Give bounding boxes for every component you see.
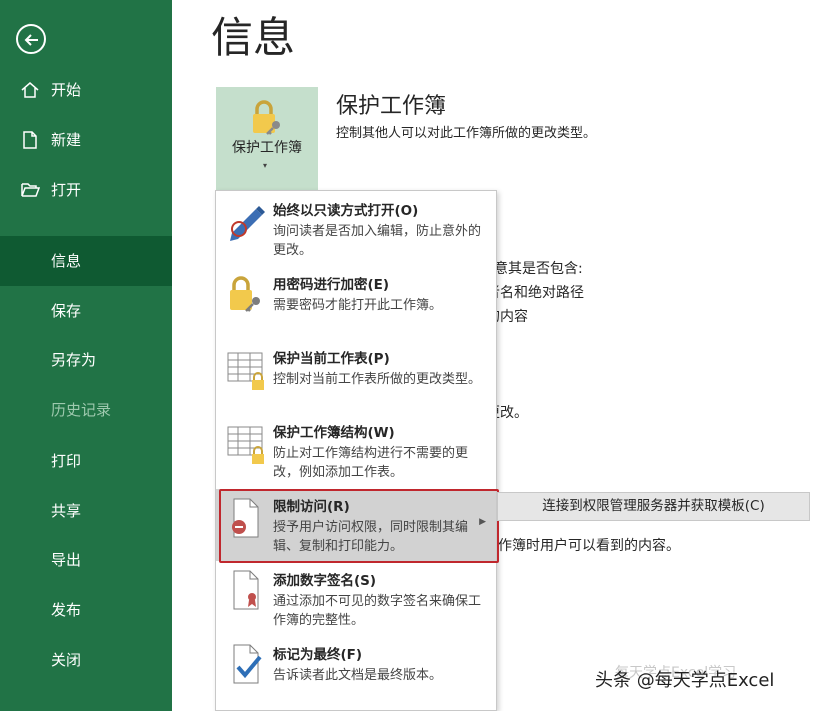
nav-save-as[interactable]: 另存为 — [0, 335, 172, 385]
submenu-item-label: 连接到权限管理服务器并获取模板(C) — [542, 498, 765, 514]
menu-item-protect-sheet[interactable]: 保护当前工作表(P) 控制对当前工作表所做的更改类型。 — [216, 341, 496, 413]
menu-item-description: 控制对当前工作表所做的更改类型。 — [273, 372, 482, 387]
menu-item-title: 保护当前工作表(P) — [273, 351, 390, 367]
nav-label: 打开 — [51, 181, 82, 199]
menu-item-title: 始终以只读方式打开(O) — [273, 203, 419, 219]
nav-new[interactable]: 新建 — [0, 115, 172, 165]
nav-label: 发布 — [51, 601, 82, 619]
menu-item-description: 需要密码才能打开此工作簿。 — [273, 298, 443, 313]
back-button[interactable] — [16, 24, 46, 54]
menu-item-title: 保护工作簿结构(W) — [273, 425, 395, 441]
protect-button-label: 保护工作簿 — [232, 140, 302, 156]
nav-label: 开始 — [51, 81, 82, 99]
menu-item-description: 告诉读者此文档是最终版本。 — [273, 668, 443, 683]
menu-item-digital-signature[interactable]: 添加数字签名(S) 通过添加不可见的数字签名来确保工作簿的完整性。 — [216, 563, 496, 635]
nav-label: 历史记录 — [51, 401, 112, 419]
lock-key-icon — [253, 100, 280, 135]
menu-item-description: 通过添加不可见的数字签名来确保工作簿的完整性。 — [273, 594, 482, 628]
nav-export[interactable]: 导出 — [0, 535, 172, 585]
nav-label: 共享 — [51, 502, 82, 520]
workbook-lock-icon — [227, 426, 264, 464]
background-text: 者名和绝对路径 — [486, 285, 584, 301]
nav-label: 关闭 — [51, 651, 82, 669]
home-icon — [21, 82, 39, 98]
nav-info[interactable]: 信息 — [0, 236, 172, 286]
watermark-text: 头条 @每天学点Excel — [595, 670, 775, 691]
menu-item-title: 标记为最终(F) — [273, 647, 363, 663]
page-title: 信息 — [211, 13, 296, 62]
menu-item-description: 询问读者是否加入编辑，防止意外的更改。 — [273, 224, 482, 258]
menu-item-protect-structure[interactable]: 保护工作簿结构(W) 防止对工作簿结构进行不需要的更改，例如添加工作表。 — [216, 415, 496, 487]
lock-key-icon — [230, 276, 260, 312]
background-text: 作簿时用户可以看到的内容。 — [498, 538, 680, 554]
nav-save[interactable]: 保存 — [0, 286, 172, 336]
nav-close[interactable]: 关闭 — [0, 635, 172, 685]
nav-label: 信息 — [51, 252, 82, 270]
menu-item-description: 防止对工作簿结构进行不需要的更改，例如添加工作表。 — [273, 446, 469, 480]
sheet-lock-icon — [227, 352, 264, 390]
menu-item-always-read-only[interactable]: 始终以只读方式打开(O) 询问读者是否加入编辑，防止意外的更改。 — [216, 191, 496, 265]
menu-item-encrypt-password[interactable]: 用密码进行加密(E) 需要密码才能打开此工作簿。 — [216, 267, 496, 339]
chevron-down-icon: ▾ — [263, 161, 268, 170]
nav-share[interactable]: 共享 — [0, 486, 172, 536]
digital-signature-icon — [233, 570, 259, 610]
mark-final-icon — [233, 644, 262, 684]
protect-workbook-button[interactable]: 保护工作簿 ▾ — [216, 87, 318, 191]
menu-item-mark-final[interactable]: 标记为最终(F) 告诉读者此文档是最终版本。 — [216, 637, 496, 709]
nav-publish[interactable]: 发布 — [0, 585, 172, 635]
menu-item-title: 用密码进行加密(E) — [273, 277, 390, 293]
submenu-connect-rights-server[interactable]: 连接到权限管理服务器并获取模板(C) — [497, 492, 810, 521]
backstage-sidebar: 开始 新建 打开 信息 保存 另存为 历史记录 打印 共享 导出 发布 关闭 — [0, 0, 172, 711]
pencil-no-edit-icon — [230, 206, 265, 241]
protect-workbook-menu: 始终以只读方式打开(O) 询问读者是否加入编辑，防止意外的更改。 用密码进行加密… — [215, 190, 497, 711]
nav-label: 导出 — [51, 551, 82, 569]
nav-open[interactable]: 打开 — [0, 165, 172, 215]
section-title: 保护工作簿 — [336, 94, 447, 119]
section-description: 控制其他人可以对此工作簿所做的更改类型。 — [336, 126, 597, 141]
back-arrow-icon — [24, 34, 38, 46]
folder-open-icon — [21, 183, 40, 197]
nav-history: 历史记录 — [0, 385, 172, 435]
nav-label: 另存为 — [51, 351, 97, 369]
new-document-icon — [23, 131, 37, 149]
menu-item-title: 添加数字签名(S) — [273, 573, 377, 589]
nav-label: 保存 — [51, 302, 82, 320]
highlight-annotation-box — [219, 489, 499, 563]
nav-home[interactable]: 开始 — [0, 65, 172, 115]
nav-label: 打印 — [51, 452, 82, 470]
nav-label: 新建 — [51, 131, 82, 149]
nav-print[interactable]: 打印 — [0, 436, 172, 486]
